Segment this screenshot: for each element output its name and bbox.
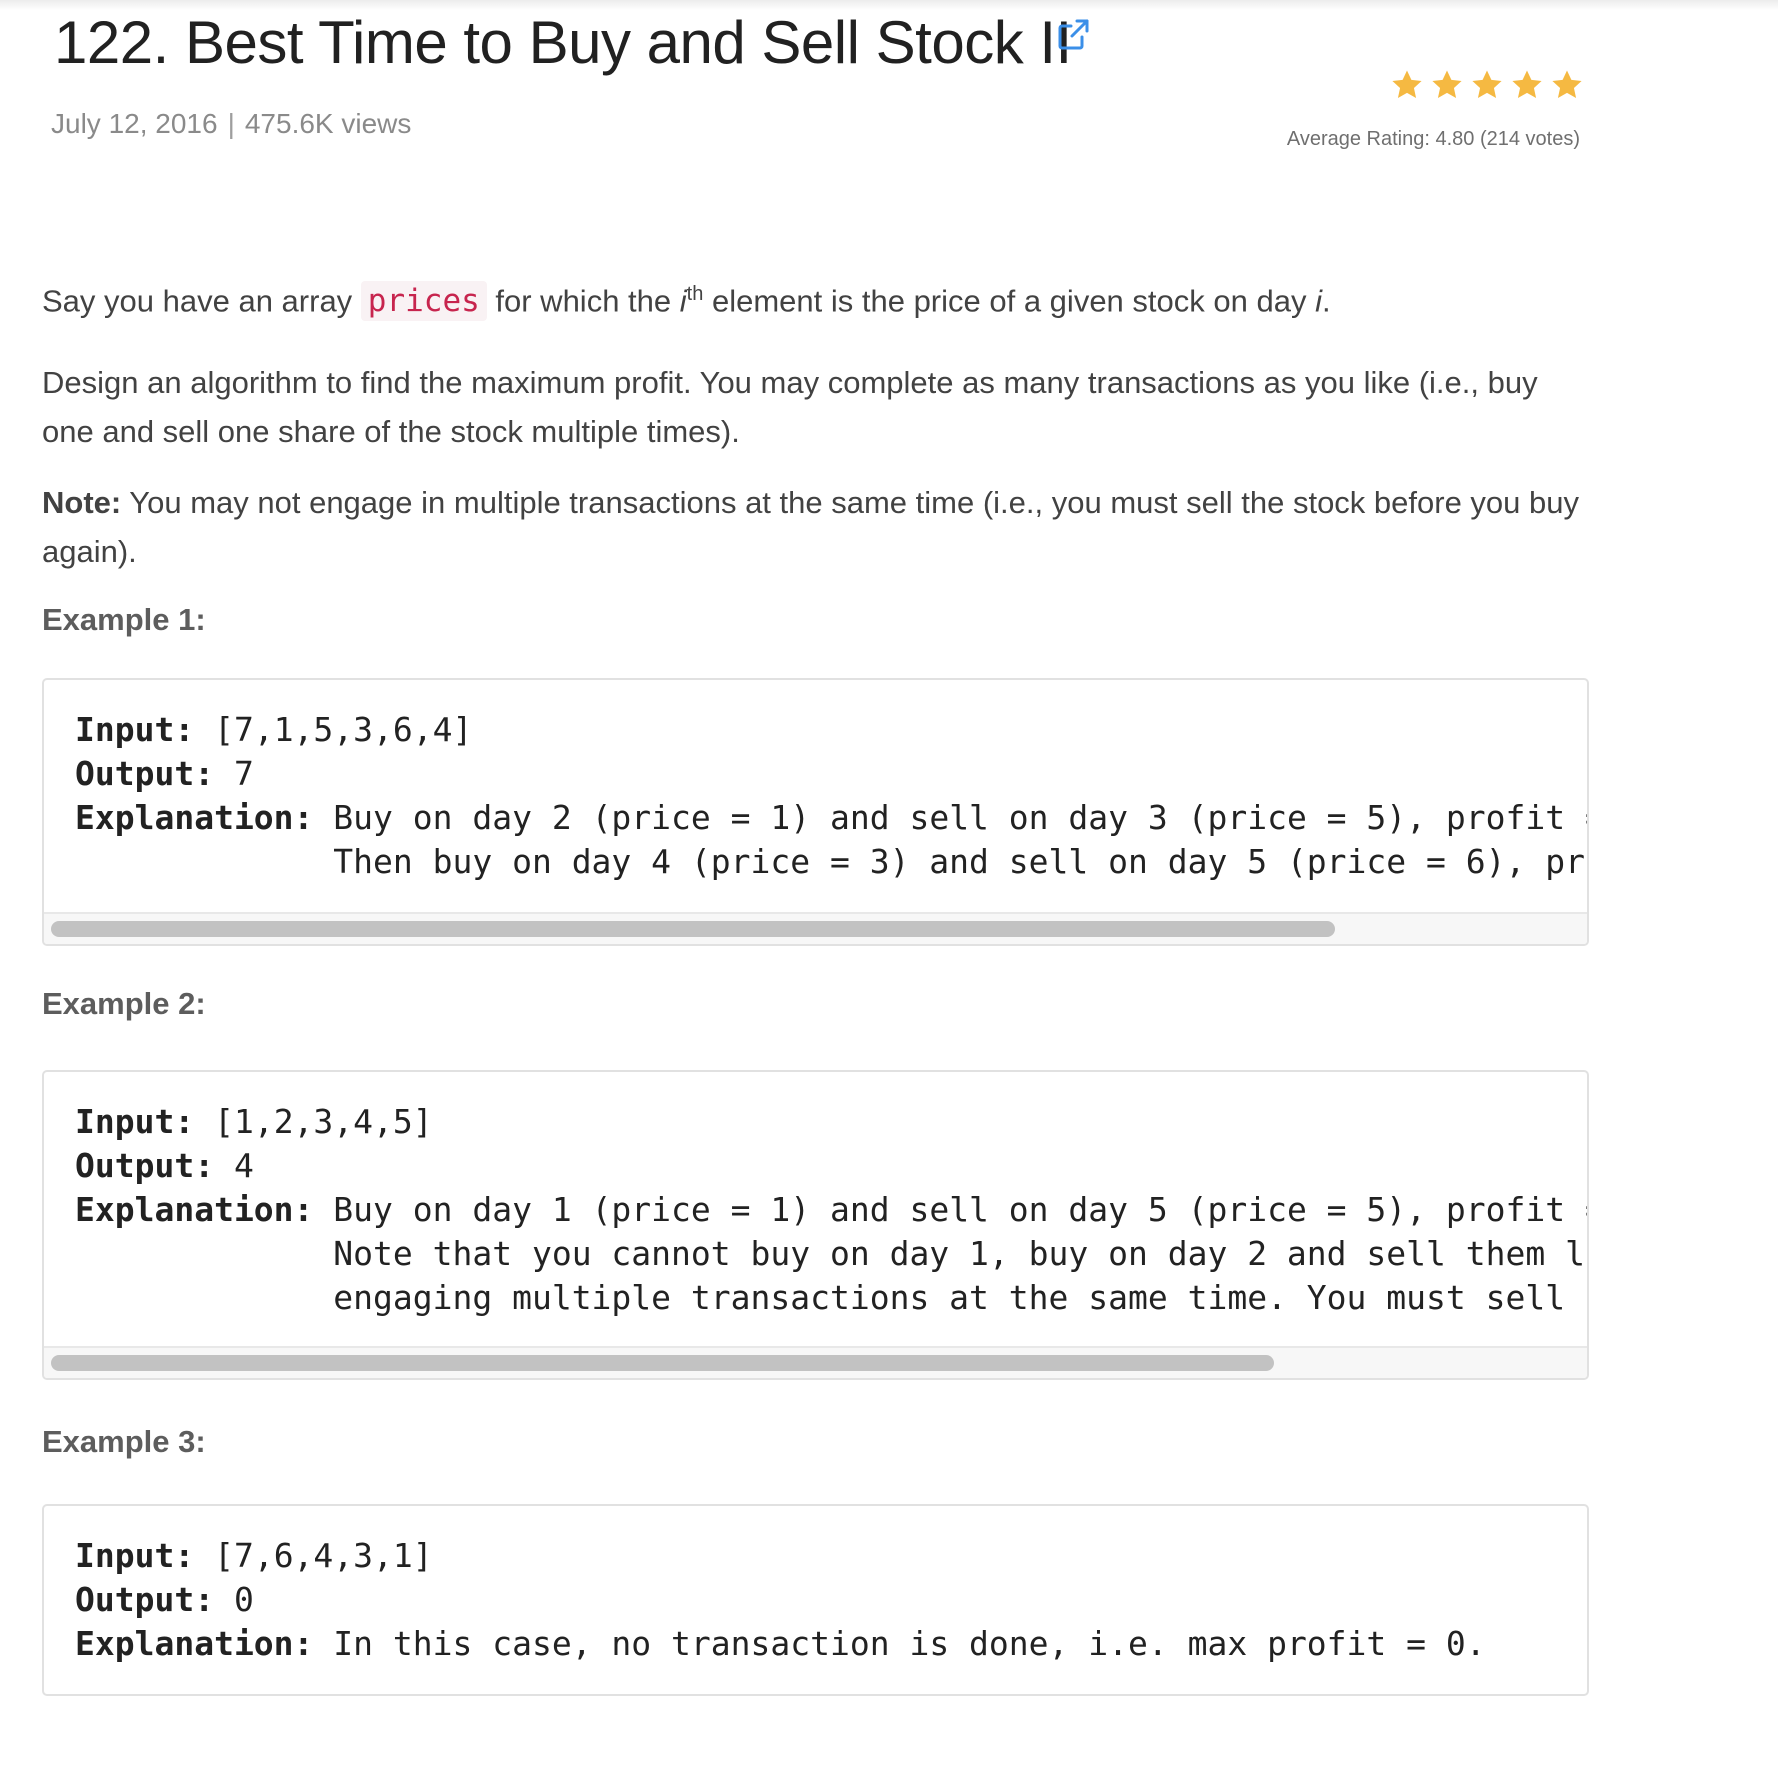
text-span: . <box>1321 283 1331 319</box>
problem-description: Say you have an array prices for which t… <box>42 270 1582 326</box>
rating-stars[interactable] <box>1180 68 1584 102</box>
explanation-label: Explanation: <box>75 1624 314 1664</box>
input-label: Input: <box>75 710 195 750</box>
meta-separator: | <box>227 108 235 139</box>
italic-day-i: i <box>1315 283 1322 319</box>
output-value: 0 <box>214 1580 254 1620</box>
output-label: Output: <box>75 1146 215 1186</box>
view-count: 475.6K views <box>244 108 412 139</box>
star-icon[interactable] <box>1430 68 1464 102</box>
page-title: 122. Best Time to Buy and Sell Stock II <box>54 9 1072 76</box>
problem-note: Note: You may not engage in multiple tra… <box>42 478 1582 576</box>
output-label: Output: <box>75 1580 215 1620</box>
example-3-heading: Example 3: <box>42 1424 206 1460</box>
explanation-label: Explanation: <box>75 1190 314 1230</box>
note-text: You may not engage in multiple transacti… <box>42 485 1580 570</box>
rating-widget: Average Rating: 4.80 (214 votes) <box>1180 68 1582 151</box>
external-link-icon[interactable] <box>1056 18 1090 52</box>
input-value: [1,2,3,4,5] <box>194 1102 433 1142</box>
star-icon[interactable] <box>1550 68 1584 102</box>
italic-i: i <box>679 283 687 319</box>
problem-task: Design an algorithm to find the maximum … <box>42 365 1538 450</box>
text-span: Say you have an array <box>42 283 361 319</box>
text-span: element is the price of a given stock on… <box>703 283 1316 319</box>
example-2-code-block: Input: [1,2,3,4,5] Output: 4 Explanation… <box>42 1070 1589 1381</box>
output-value: 4 <box>214 1146 254 1186</box>
publish-date: July 12, 2016 <box>51 108 218 139</box>
article-header: 122. Best Time to Buy and Sell Stock II … <box>50 8 1582 158</box>
star-icon[interactable] <box>1470 68 1504 102</box>
explanation-label: Explanation: <box>75 798 314 838</box>
example-3-code: Input: [7,6,4,3,1] Output: 0 Explanation… <box>44 1506 1587 1666</box>
superscript-th: th <box>686 283 704 305</box>
explanation-line: Note that you cannot buy on day 1, buy o… <box>333 1234 1587 1274</box>
output-label: Output: <box>75 754 215 794</box>
example-1-heading: Example 1: <box>42 602 206 638</box>
star-icon[interactable] <box>1390 68 1424 102</box>
input-label: Input: <box>75 1536 195 1576</box>
example-2-heading: Example 2: <box>42 986 206 1022</box>
explanation-line: In this case, no transaction is done, i.… <box>313 1624 1486 1664</box>
note-label: Note: <box>42 485 122 521</box>
problem-content: Say you have an array prices for which t… <box>42 270 1589 1697</box>
inline-code-prices: prices <box>360 281 487 322</box>
input-label: Input: <box>75 1102 195 1142</box>
input-value: [7,1,5,3,6,4] <box>194 710 473 750</box>
explanation-line: Then buy on day 4 (price = 3) and sell o… <box>333 842 1587 882</box>
scrollbar-thumb[interactable] <box>51 921 1335 938</box>
explanation-line: Buy on day 1 (price = 1) and sell on day… <box>333 1190 1587 1230</box>
explanation-line: engaging multiple transactions at the sa… <box>333 1278 1587 1318</box>
example-2-code: Input: [1,2,3,4,5] Output: 4 Explanation… <box>44 1072 1587 1320</box>
horizontal-scrollbar[interactable] <box>44 1346 1587 1379</box>
rating-summary: Average Rating: 4.80 (214 votes) <box>1286 128 1580 150</box>
horizontal-scrollbar[interactable] <box>44 912 1587 945</box>
article-meta: July 12, 2016 | 475.6K views <box>51 108 411 140</box>
text-span: for which the <box>486 283 680 319</box>
example-1-code-block: Input: [7,1,5,3,6,4] Output: 7 Explanati… <box>42 678 1589 947</box>
output-value: 7 <box>214 754 254 794</box>
example-3-code-block: Input: [7,6,4,3,1] Output: 0 Explanation… <box>42 1504 1589 1697</box>
example-1-code: Input: [7,1,5,3,6,4] Output: 7 Explanati… <box>44 680 1587 884</box>
star-icon[interactable] <box>1510 68 1544 102</box>
explanation-line: Buy on day 2 (price = 1) and sell on day… <box>333 798 1587 838</box>
input-value: [7,6,4,3,1] <box>194 1536 433 1576</box>
scrollbar-thumb[interactable] <box>51 1355 1274 1372</box>
